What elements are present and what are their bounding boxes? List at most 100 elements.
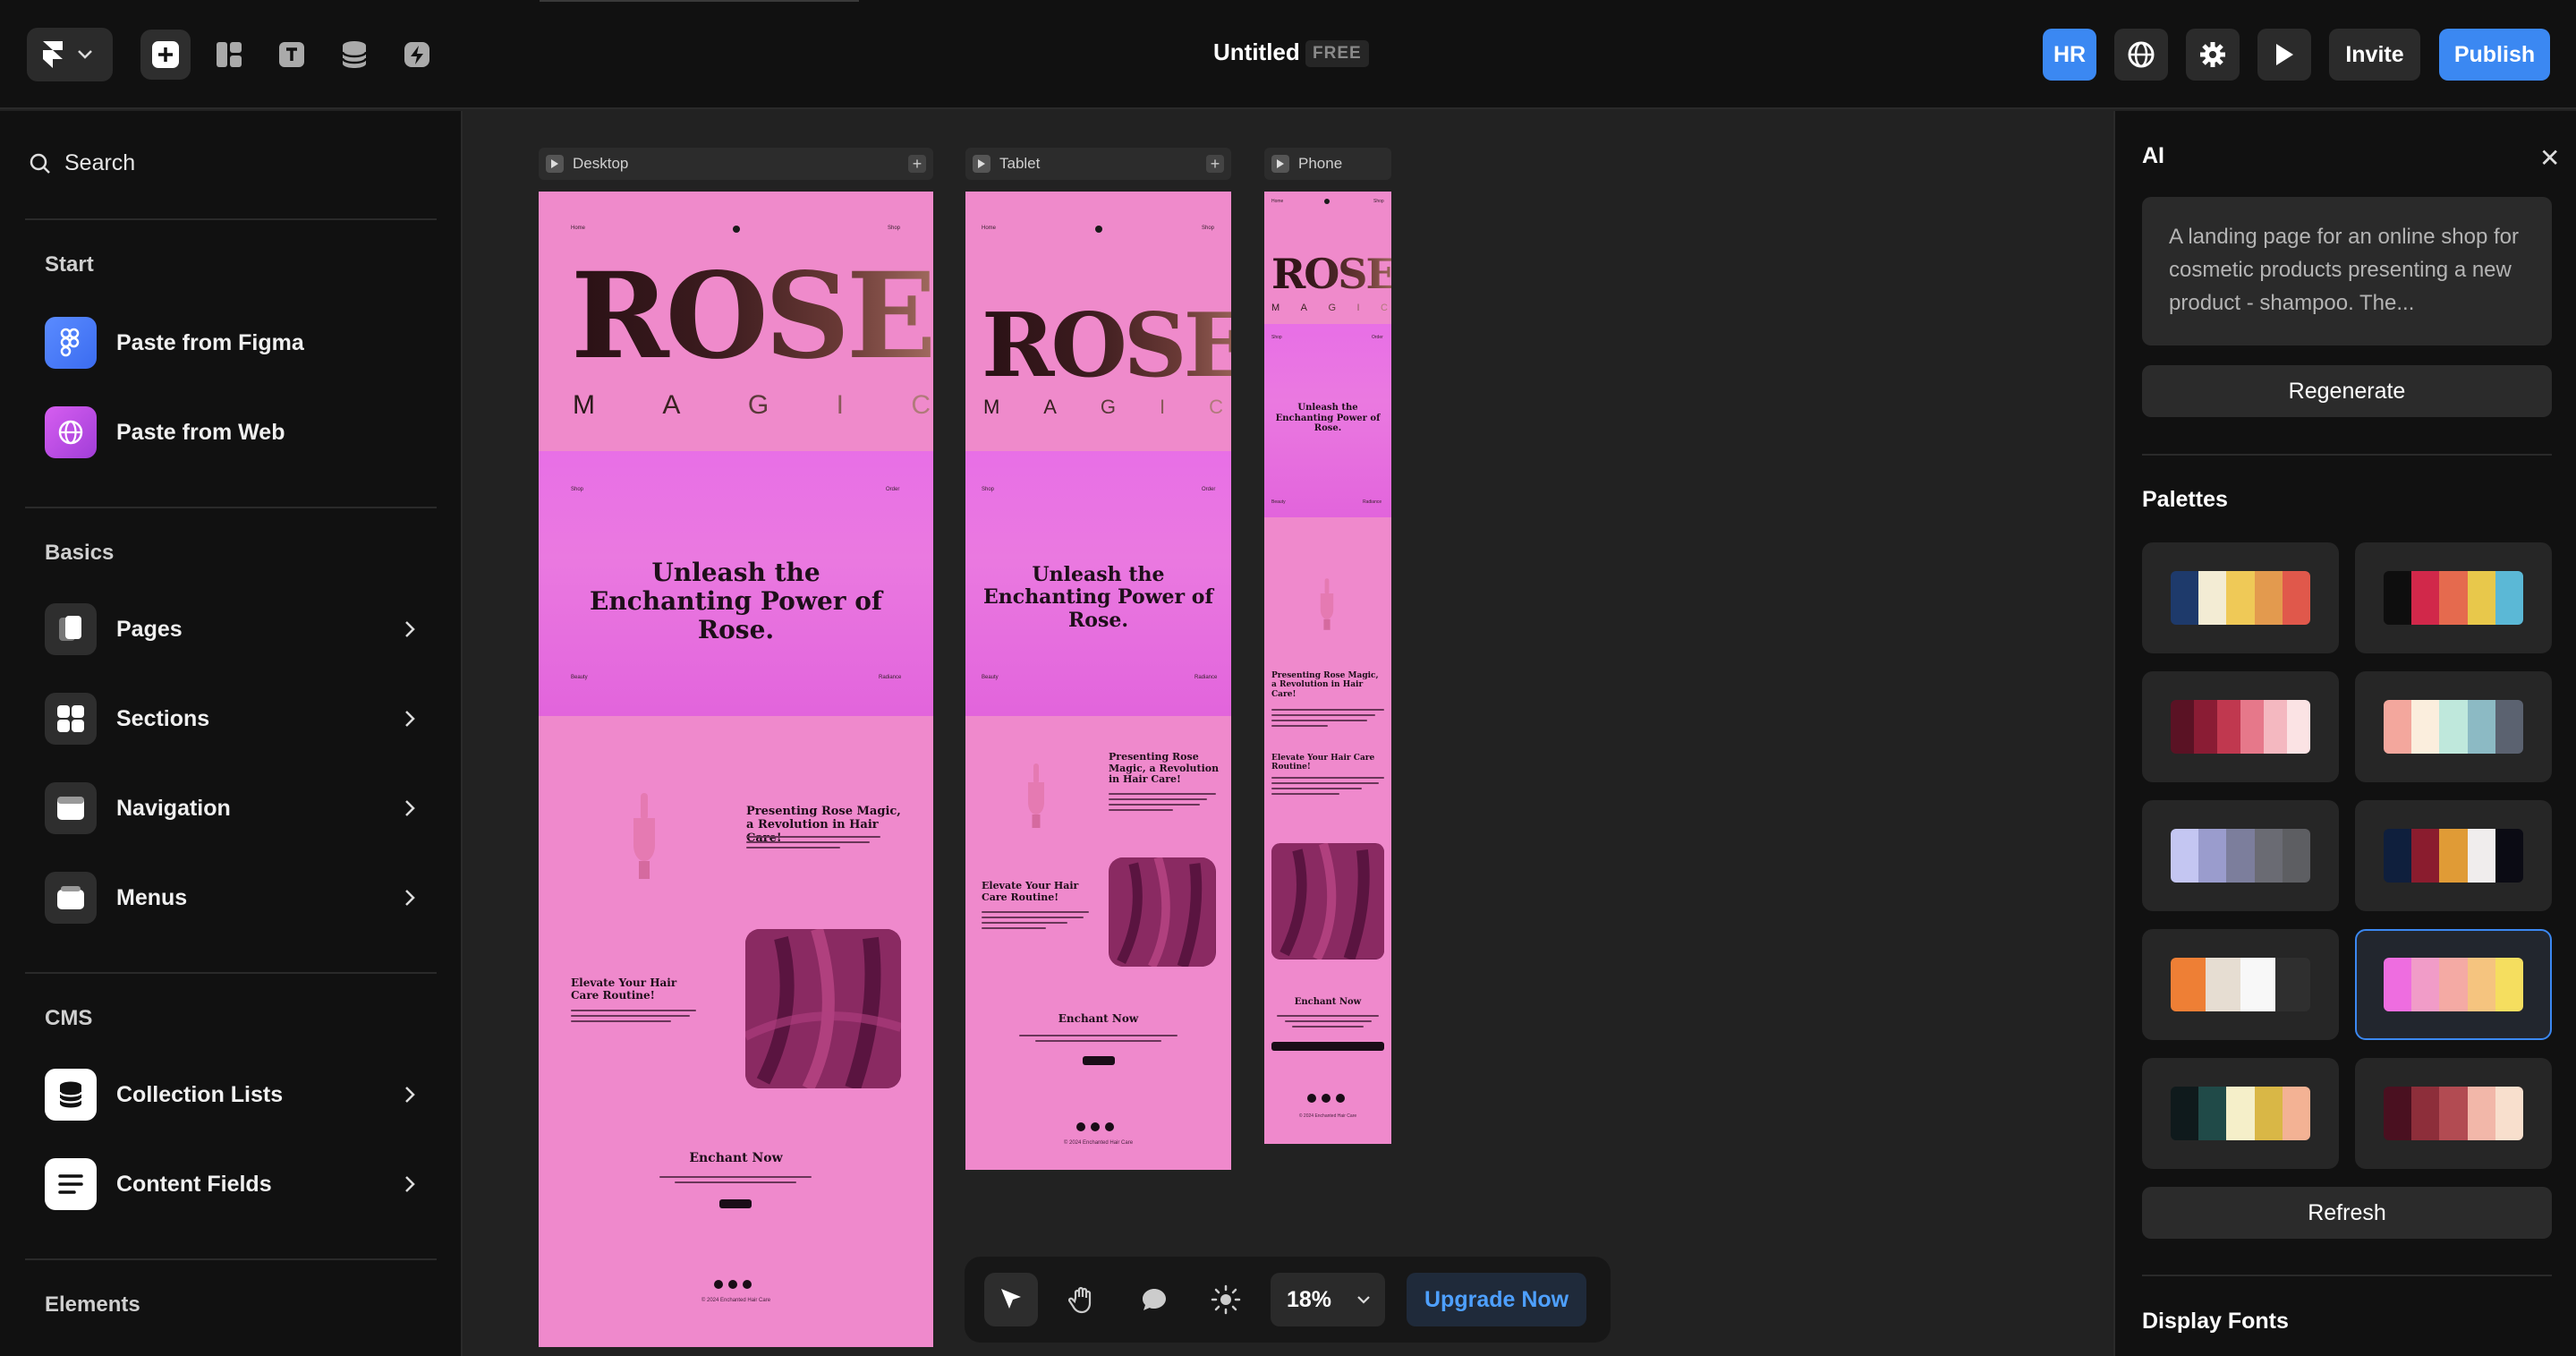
frame-label-desktop[interactable]: Desktop + (539, 148, 933, 180)
theme-toggle-button[interactable] (1199, 1273, 1253, 1326)
color-swatch (2171, 700, 2194, 754)
palette-option[interactable] (2142, 929, 2339, 1040)
palette-option[interactable] (2355, 671, 2552, 782)
tablet-frame[interactable]: Home Shop ROSE M A G I C Shop Order Unle… (965, 192, 1231, 1170)
sidebar-item-sections[interactable]: Sections (45, 693, 421, 745)
palette-option[interactable] (2355, 800, 2552, 911)
insert-button[interactable] (140, 30, 191, 80)
brand-wordmark: ROSE (571, 247, 933, 386)
instagram-icon[interactable] (728, 1280, 737, 1289)
publish-button[interactable]: Publish (2439, 29, 2550, 81)
order-button[interactable] (1083, 1056, 1115, 1065)
sections-label: Sections (116, 705, 210, 731)
globe-icon (2128, 41, 2155, 68)
site-settings-button[interactable] (2114, 29, 2168, 81)
layout-button[interactable] (204, 30, 254, 80)
palette-option[interactable] (2355, 542, 2552, 653)
palette-swatches (2171, 958, 2310, 1011)
sidebar-item-menus[interactable]: Menus (45, 872, 421, 924)
facebook-icon[interactable] (1336, 1094, 1345, 1103)
twitter-icon[interactable] (1307, 1094, 1316, 1103)
order-button[interactable] (719, 1199, 752, 1208)
palette-option[interactable] (2355, 1058, 2552, 1169)
sidebar-item-pages[interactable]: Pages (45, 603, 421, 655)
section-basics-label: Basics (45, 541, 115, 565)
color-swatch (2194, 700, 2217, 754)
regenerate-button[interactable]: Regenerate (2142, 365, 2552, 417)
palette-option[interactable] (2142, 542, 2339, 653)
instagram-icon[interactable] (1091, 1122, 1100, 1131)
sidebar-item-navigation[interactable]: Navigation (45, 782, 421, 834)
copyright: © 2024 Enchanted Hair Care (1298, 1113, 1357, 1119)
feature-text (746, 836, 880, 852)
palette-option[interactable] (2142, 1058, 2339, 1169)
play-icon[interactable] (1271, 155, 1289, 173)
interactions-button[interactable] (392, 30, 442, 80)
palette-option[interactable] (2142, 671, 2339, 782)
ai-panel: AI ✕ A landing page for an online shop f… (2113, 111, 2576, 1356)
app-menu-button[interactable] (27, 28, 113, 81)
hero-link: Beauty (982, 675, 999, 680)
search-field[interactable]: Search (29, 150, 135, 176)
sections-icon (45, 693, 97, 745)
add-breakpoint-icon[interactable]: + (908, 155, 926, 173)
ai-prompt-input[interactable]: A landing page for an online shop for co… (2142, 197, 2552, 345)
facebook-icon[interactable] (743, 1280, 752, 1289)
refresh-button[interactable]: Refresh (2142, 1187, 2552, 1239)
twitter-icon[interactable] (714, 1280, 723, 1289)
hand-icon (1068, 1286, 1092, 1314)
palette-swatches (2171, 1087, 2310, 1140)
color-swatch (2226, 1087, 2255, 1140)
frame-label-phone[interactable]: Phone (1264, 148, 1391, 180)
document-title[interactable]: Untitled (1213, 38, 1300, 66)
paste-from-web-item[interactable]: Paste from Web (45, 406, 421, 458)
play-icon[interactable] (546, 155, 564, 173)
pages-label: Pages (116, 616, 183, 642)
panel-divider (2142, 1275, 2552, 1276)
play-icon[interactable] (973, 155, 990, 173)
hero-link: Beauty (571, 675, 588, 680)
text-button[interactable] (267, 30, 317, 80)
sidebar-item-collection-lists[interactable]: Collection Lists (45, 1069, 421, 1121)
product-hand-image (1320, 578, 1334, 630)
color-swatch (2384, 700, 2412, 754)
hand-tool-button[interactable] (1056, 1273, 1109, 1326)
chevron-down-icon (1357, 1296, 1370, 1304)
select-tool-button[interactable] (984, 1273, 1038, 1326)
desktop-frame[interactable]: Home Shop ROSE M A G I C Shop Order Unle… (539, 192, 933, 1347)
preview-button[interactable] (2257, 29, 2311, 81)
nav-link: Home (982, 226, 997, 231)
comment-tool-button[interactable] (1127, 1273, 1181, 1326)
frame-label-tablet[interactable]: Tablet + (965, 148, 1231, 180)
sidebar-item-content-fields[interactable]: Content Fields (45, 1158, 421, 1210)
order-button[interactable] (1271, 1042, 1384, 1051)
invite-button[interactable]: Invite (2329, 29, 2420, 81)
color-swatch (2198, 571, 2227, 625)
close-icon[interactable]: ✕ (2539, 143, 2560, 173)
canvas[interactable]: Desktop + Tablet + Phone Home Shop ROSE … (464, 111, 2113, 1356)
routine-text (982, 911, 1089, 933)
zoom-select[interactable]: 18% (1271, 1273, 1385, 1326)
cms-button[interactable] (329, 30, 379, 80)
palette-option[interactable] (2142, 800, 2339, 911)
instagram-icon[interactable] (1322, 1094, 1331, 1103)
paste-from-figma-item[interactable]: Paste from Figma (45, 317, 421, 369)
settings-button[interactable] (2186, 29, 2240, 81)
color-swatch (2495, 571, 2523, 625)
figma-icon (45, 317, 97, 369)
color-swatch (2384, 829, 2412, 883)
palette-option[interactable] (2355, 929, 2552, 1040)
user-avatar[interactable]: HR (2043, 29, 2096, 81)
upgrade-button[interactable]: Upgrade Now (1407, 1273, 1587, 1326)
add-breakpoint-icon[interactable]: + (1206, 155, 1224, 173)
search-icon (30, 153, 50, 174)
color-swatch (2206, 958, 2240, 1011)
menus-icon (45, 872, 97, 924)
twitter-icon[interactable] (1076, 1122, 1085, 1131)
plus-square-icon (152, 41, 179, 68)
feature-text (1271, 709, 1384, 730)
phone-frame[interactable]: Home Shop ROSE M A G I C Shop Order Unle… (1264, 192, 1391, 1144)
chevron-right-icon (399, 1173, 421, 1195)
color-swatch (2467, 1087, 2495, 1140)
facebook-icon[interactable] (1105, 1122, 1114, 1131)
